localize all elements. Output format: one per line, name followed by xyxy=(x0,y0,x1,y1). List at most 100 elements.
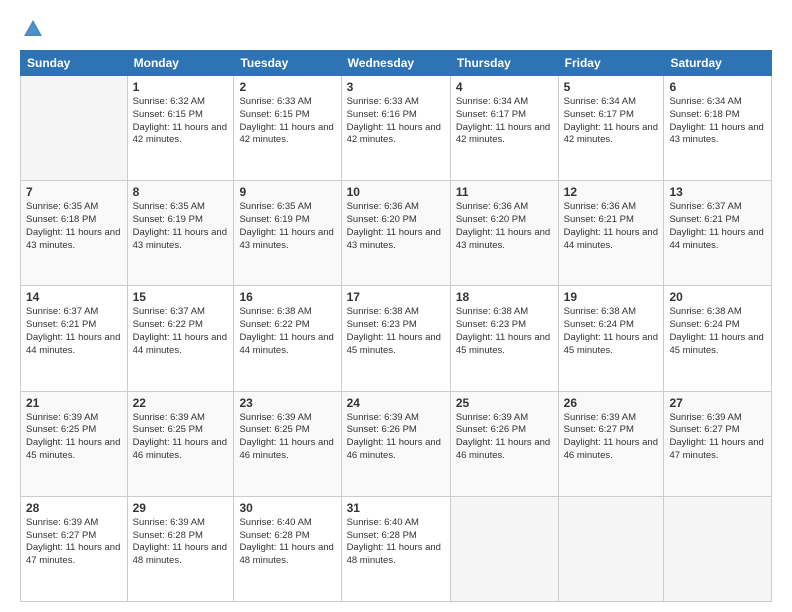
day-number: 28 xyxy=(26,501,122,515)
calendar-cell: 20 Sunrise: 6:38 AMSunset: 6:24 PMDayligh… xyxy=(664,286,772,391)
weekday-header: Tuesday xyxy=(234,51,341,76)
calendar-cell: 7 Sunrise: 6:35 AMSunset: 6:18 PMDaylight… xyxy=(21,181,128,286)
day-number: 14 xyxy=(26,290,122,304)
day-number: 22 xyxy=(133,396,229,410)
day-number: 9 xyxy=(239,185,335,199)
day-number: 31 xyxy=(347,501,445,515)
day-number: 21 xyxy=(26,396,122,410)
day-number: 30 xyxy=(239,501,335,515)
calendar-cell: 27 Sunrise: 6:39 AMSunset: 6:27 PMDayligh… xyxy=(664,391,772,496)
cell-text: Sunrise: 6:32 AMSunset: 6:15 PMDaylight:… xyxy=(133,96,229,147)
cell-text: Sunrise: 6:38 AMSunset: 6:22 PMDaylight:… xyxy=(239,306,335,357)
calendar-cell: 24 Sunrise: 6:39 AMSunset: 6:26 PMDayligh… xyxy=(341,391,450,496)
calendar-cell: 16 Sunrise: 6:38 AMSunset: 6:22 PMDayligh… xyxy=(234,286,341,391)
day-number: 29 xyxy=(133,501,229,515)
day-number: 4 xyxy=(456,80,553,94)
calendar-cell: 11 Sunrise: 6:36 AMSunset: 6:20 PMDayligh… xyxy=(450,181,558,286)
cell-text: Sunrise: 6:38 AMSunset: 6:23 PMDaylight:… xyxy=(456,306,553,357)
cell-text: Sunrise: 6:34 AMSunset: 6:18 PMDaylight:… xyxy=(669,96,766,147)
calendar-cell: 5 Sunrise: 6:34 AMSunset: 6:17 PMDaylight… xyxy=(558,76,664,181)
calendar-table: SundayMondayTuesdayWednesdayThursdayFrid… xyxy=(20,50,772,602)
cell-text: Sunrise: 6:39 AMSunset: 6:25 PMDaylight:… xyxy=(26,412,122,463)
cell-text: Sunrise: 6:39 AMSunset: 6:27 PMDaylight:… xyxy=(26,517,122,568)
day-number: 25 xyxy=(456,396,553,410)
cell-text: Sunrise: 6:39 AMSunset: 6:28 PMDaylight:… xyxy=(133,517,229,568)
cell-text: Sunrise: 6:34 AMSunset: 6:17 PMDaylight:… xyxy=(456,96,553,147)
calendar-cell: 12 Sunrise: 6:36 AMSunset: 6:21 PMDayligh… xyxy=(558,181,664,286)
calendar-cell: 9 Sunrise: 6:35 AMSunset: 6:19 PMDaylight… xyxy=(234,181,341,286)
calendar-cell: 26 Sunrise: 6:39 AMSunset: 6:27 PMDayligh… xyxy=(558,391,664,496)
day-number: 8 xyxy=(133,185,229,199)
day-number: 6 xyxy=(669,80,766,94)
day-number: 16 xyxy=(239,290,335,304)
cell-text: Sunrise: 6:35 AMSunset: 6:18 PMDaylight:… xyxy=(26,201,122,252)
calendar-cell: 22 Sunrise: 6:39 AMSunset: 6:25 PMDayligh… xyxy=(127,391,234,496)
calendar-cell: 29 Sunrise: 6:39 AMSunset: 6:28 PMDayligh… xyxy=(127,496,234,601)
day-number: 3 xyxy=(347,80,445,94)
cell-text: Sunrise: 6:40 AMSunset: 6:28 PMDaylight:… xyxy=(239,517,335,568)
calendar-cell: 21 Sunrise: 6:39 AMSunset: 6:25 PMDayligh… xyxy=(21,391,128,496)
day-number: 7 xyxy=(26,185,122,199)
calendar-cell: 8 Sunrise: 6:35 AMSunset: 6:19 PMDaylight… xyxy=(127,181,234,286)
calendar-cell: 31 Sunrise: 6:40 AMSunset: 6:28 PMDayligh… xyxy=(341,496,450,601)
calendar-cell: 28 Sunrise: 6:39 AMSunset: 6:27 PMDayligh… xyxy=(21,496,128,601)
cell-text: Sunrise: 6:35 AMSunset: 6:19 PMDaylight:… xyxy=(239,201,335,252)
page: SundayMondayTuesdayWednesdayThursdayFrid… xyxy=(0,0,792,612)
calendar-cell: 10 Sunrise: 6:36 AMSunset: 6:20 PMDayligh… xyxy=(341,181,450,286)
header xyxy=(20,18,772,40)
cell-text: Sunrise: 6:38 AMSunset: 6:24 PMDaylight:… xyxy=(669,306,766,357)
cell-text: Sunrise: 6:39 AMSunset: 6:25 PMDaylight:… xyxy=(239,412,335,463)
calendar-cell: 15 Sunrise: 6:37 AMSunset: 6:22 PMDayligh… xyxy=(127,286,234,391)
day-number: 13 xyxy=(669,185,766,199)
cell-text: Sunrise: 6:39 AMSunset: 6:26 PMDaylight:… xyxy=(456,412,553,463)
cell-text: Sunrise: 6:39 AMSunset: 6:25 PMDaylight:… xyxy=(133,412,229,463)
cell-text: Sunrise: 6:38 AMSunset: 6:24 PMDaylight:… xyxy=(564,306,659,357)
day-number: 19 xyxy=(564,290,659,304)
calendar-cell xyxy=(21,76,128,181)
logo xyxy=(20,18,44,40)
calendar-cell xyxy=(450,496,558,601)
day-number: 11 xyxy=(456,185,553,199)
cell-text: Sunrise: 6:39 AMSunset: 6:26 PMDaylight:… xyxy=(347,412,445,463)
day-number: 23 xyxy=(239,396,335,410)
calendar-cell xyxy=(558,496,664,601)
day-number: 15 xyxy=(133,290,229,304)
day-number: 1 xyxy=(133,80,229,94)
cell-text: Sunrise: 6:34 AMSunset: 6:17 PMDaylight:… xyxy=(564,96,659,147)
weekday-header: Saturday xyxy=(664,51,772,76)
weekday-header: Monday xyxy=(127,51,234,76)
calendar-cell: 17Sunrise: 6:38 AMSunset: 6:23 PMDayligh… xyxy=(341,286,450,391)
cell-text: Sunrise: 6:40 AMSunset: 6:28 PMDaylight:… xyxy=(347,517,445,568)
calendar-cell: 30 Sunrise: 6:40 AMSunset: 6:28 PMDayligh… xyxy=(234,496,341,601)
cell-text: Sunrise: 6:36 AMSunset: 6:21 PMDaylight:… xyxy=(564,201,659,252)
cell-text: Sunrise: 6:38 AMSunset: 6:23 PMDaylight:… xyxy=(347,306,445,357)
day-number: 10 xyxy=(347,185,445,199)
cell-text: Sunrise: 6:39 AMSunset: 6:27 PMDaylight:… xyxy=(669,412,766,463)
cell-text: Sunrise: 6:33 AMSunset: 6:16 PMDaylight:… xyxy=(347,96,445,147)
day-number: 5 xyxy=(564,80,659,94)
cell-text: Sunrise: 6:37 AMSunset: 6:21 PMDaylight:… xyxy=(669,201,766,252)
calendar-cell: 4 Sunrise: 6:34 AMSunset: 6:17 PMDaylight… xyxy=(450,76,558,181)
weekday-header: Sunday xyxy=(21,51,128,76)
calendar-cell: 2 Sunrise: 6:33 AMSunset: 6:15 PMDaylight… xyxy=(234,76,341,181)
day-number: 2 xyxy=(239,80,335,94)
cell-text: Sunrise: 6:33 AMSunset: 6:15 PMDaylight:… xyxy=(239,96,335,147)
day-number: 24 xyxy=(347,396,445,410)
calendar-cell: 18 Sunrise: 6:38 AMSunset: 6:23 PMDayligh… xyxy=(450,286,558,391)
cell-text: Sunrise: 6:36 AMSunset: 6:20 PMDaylight:… xyxy=(347,201,445,252)
cell-text: Sunrise: 6:37 AMSunset: 6:22 PMDaylight:… xyxy=(133,306,229,357)
cell-text: Sunrise: 6:35 AMSunset: 6:19 PMDaylight:… xyxy=(133,201,229,252)
day-number: 27 xyxy=(669,396,766,410)
calendar-cell: 25 Sunrise: 6:39 AMSunset: 6:26 PMDayligh… xyxy=(450,391,558,496)
calendar-cell: 6 Sunrise: 6:34 AMSunset: 6:18 PMDaylight… xyxy=(664,76,772,181)
calendar-cell: 13 Sunrise: 6:37 AMSunset: 6:21 PMDayligh… xyxy=(664,181,772,286)
day-number: 12 xyxy=(564,185,659,199)
calendar-cell: 23 Sunrise: 6:39 AMSunset: 6:25 PMDayligh… xyxy=(234,391,341,496)
cell-text: Sunrise: 6:39 AMSunset: 6:27 PMDaylight:… xyxy=(564,412,659,463)
day-number: 20 xyxy=(669,290,766,304)
day-number: 18 xyxy=(456,290,553,304)
day-number: 26 xyxy=(564,396,659,410)
calendar-cell: 19 Sunrise: 6:38 AMSunset: 6:24 PMDayligh… xyxy=(558,286,664,391)
calendar-cell: 1 Sunrise: 6:32 AMSunset: 6:15 PMDaylight… xyxy=(127,76,234,181)
cell-text: Sunrise: 6:36 AMSunset: 6:20 PMDaylight:… xyxy=(456,201,553,252)
